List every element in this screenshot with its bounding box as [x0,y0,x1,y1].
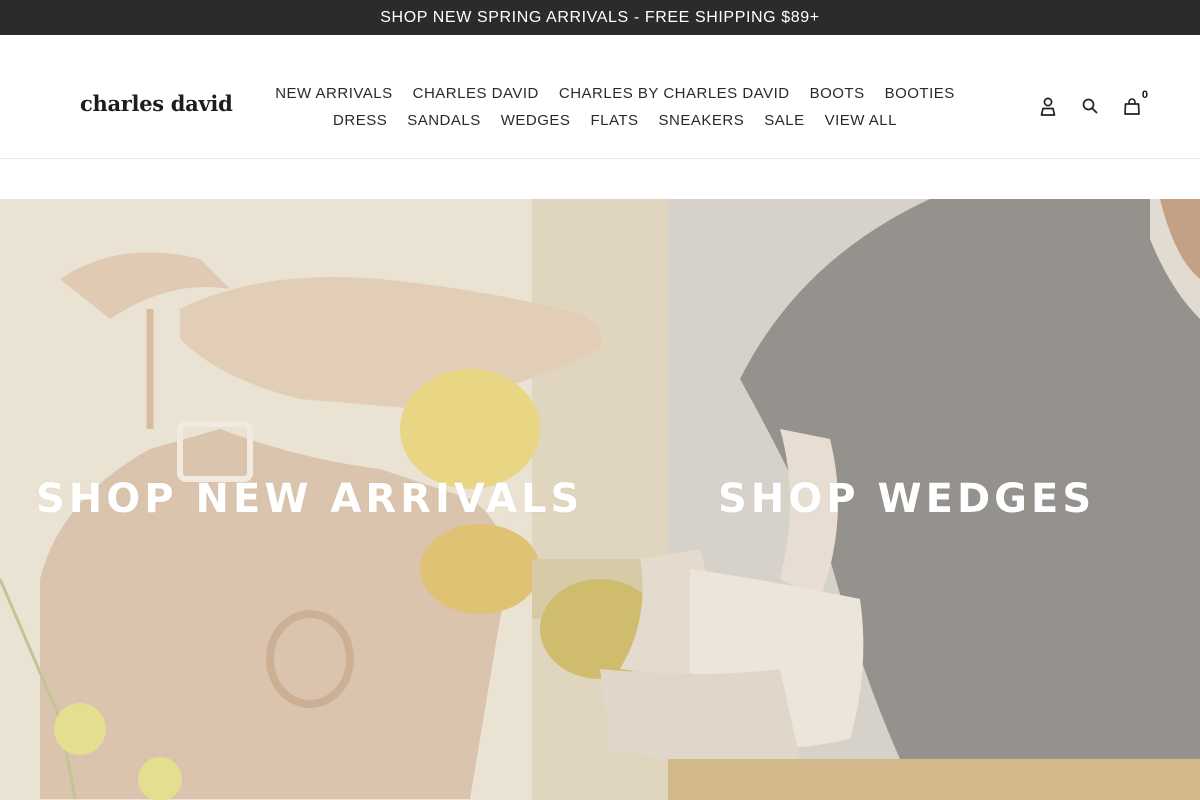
nav-sneakers[interactable]: SNEAKERS [659,112,745,129]
nav-dress[interactable]: DRESS [333,112,387,129]
hero-title-new-arrivals[interactable]: SHOP NEW ARRIVALS [36,476,583,522]
nav-charles-david[interactable]: CHARLES DAVID [413,85,539,102]
main-nav-row-2: DRESS SANDALS WEDGES FLATS SNEAKERS SALE… [0,112,1200,129]
announcement-bar[interactable]: SHOP NEW SPRING ARRIVALS - FREE SHIPPING… [0,0,1200,35]
hero-banners: SHOP NEW ARRIVALS SHOP WEDGES [0,199,1200,800]
hero-title-wedges[interactable]: SHOP WEDGES [718,476,1095,522]
nav-sandals[interactable]: SANDALS [407,112,481,129]
announcement-text[interactable]: SHOP NEW SPRING ARRIVALS - FREE SHIPPING… [380,9,819,27]
cart-count-badge: 0 [1141,89,1148,101]
header-utilities: 0 [1038,89,1148,117]
search-icon [1082,98,1098,114]
nav-boots[interactable]: BOOTS [810,85,865,102]
nav-sale[interactable]: SALE [764,112,804,129]
search-button[interactable] [1080,95,1100,117]
nav-view-all[interactable]: VIEW ALL [825,112,897,129]
bag-icon [1124,97,1140,115]
nav-new-arrivals[interactable]: NEW ARRIVALS [275,85,392,102]
nav-wedges[interactable]: WEDGES [501,112,571,129]
nav-flats[interactable]: FLATS [590,112,638,129]
account-button[interactable] [1038,95,1058,117]
nav-charles-by-charles-david[interactable]: CHARLES BY CHARLES DAVID [559,85,790,102]
nav-booties[interactable]: BOOTIES [885,85,955,102]
header-spacer [0,159,1200,199]
main-nav-row-1: NEW ARRIVALS CHARLES DAVID CHARLES BY CH… [0,85,1200,102]
site-header: charles david NEW ARRIVALS CHARLES DAVID… [0,35,1200,159]
user-icon [1040,97,1056,116]
cart-button[interactable]: 0 [1122,89,1148,117]
